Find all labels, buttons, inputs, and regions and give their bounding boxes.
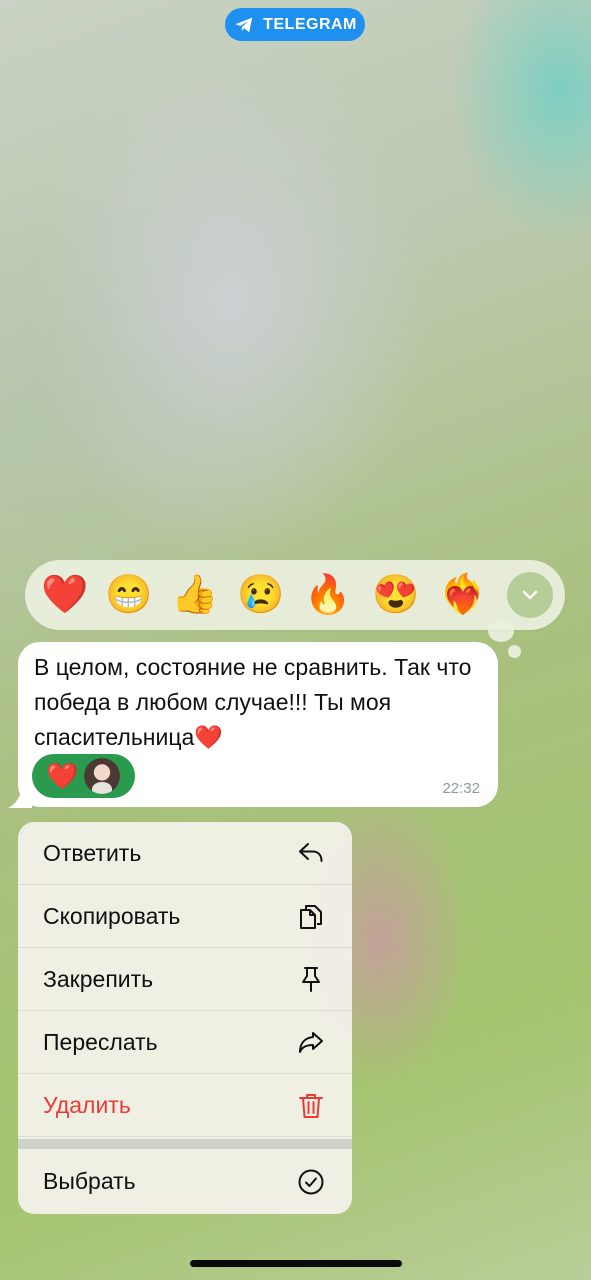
message-time: 22:32: [442, 780, 480, 797]
menu-item-label: Выбрать: [43, 1168, 136, 1194]
reaction-heart-eyes[interactable]: 😍: [372, 573, 419, 617]
message-bubble[interactable]: В целом, состояние не сравнить. Так что …: [18, 642, 498, 807]
menu-item-select[interactable]: Выбрать: [18, 1149, 352, 1214]
home-indicator[interactable]: [190, 1260, 402, 1267]
forward-icon: [299, 1032, 323, 1053]
menu-item-label: Ответить: [43, 839, 142, 866]
pin-icon: [302, 967, 320, 992]
context-menu: Ответить Скопировать Закрепить Переслать…: [18, 822, 352, 1214]
menu-item-label: Удалить: [43, 1091, 131, 1118]
menu-item-label: Переслать: [43, 1028, 158, 1055]
reaction-crying-face[interactable]: 😢: [237, 573, 284, 617]
reaction-picker: ❤️ 😁 👍 😢 🔥 😍 ❤️‍🔥: [25, 560, 565, 630]
menu-separator: [18, 1139, 352, 1149]
reaction-thumbs-up[interactable]: 👍: [171, 573, 218, 617]
menu-item-delete[interactable]: Удалить: [18, 1074, 352, 1137]
badge-label: TELEGRAM: [263, 15, 357, 33]
reaction-bar-tail-dot: [508, 645, 521, 658]
check-circle-icon: [298, 1169, 324, 1194]
user-avatar: [84, 758, 120, 794]
expand-reactions-button[interactable]: [507, 572, 553, 618]
chevron-down-icon: [522, 590, 538, 600]
reply-icon: [299, 843, 323, 862]
menu-item-reply[interactable]: Ответить: [18, 822, 352, 885]
message-reaction-chip[interactable]: ❤️: [32, 754, 135, 798]
menu-item-forward[interactable]: Переслать: [18, 1011, 352, 1074]
telegram-badge[interactable]: TELEGRAM: [225, 8, 365, 41]
trash-icon: [299, 1094, 323, 1118]
reaction-chip-emoji: ❤️: [46, 761, 79, 791]
reaction-heart-on-fire[interactable]: ❤️‍🔥: [439, 573, 486, 617]
telegram-plane-icon: [235, 17, 253, 32]
reaction-red-heart[interactable]: ❤️: [35, 567, 91, 623]
copy-icon: [300, 905, 322, 929]
reaction-fire[interactable]: 🔥: [304, 573, 351, 617]
menu-item-label: Скопировать: [43, 902, 181, 929]
menu-item-pin[interactable]: Закрепить: [18, 948, 352, 1011]
reaction-grinning-face[interactable]: 😁: [105, 573, 152, 617]
menu-item-label: Закрепить: [43, 965, 154, 992]
message-text: В целом, состояние не сравнить. Так что …: [34, 654, 472, 750]
menu-item-copy[interactable]: Скопировать: [18, 885, 352, 948]
